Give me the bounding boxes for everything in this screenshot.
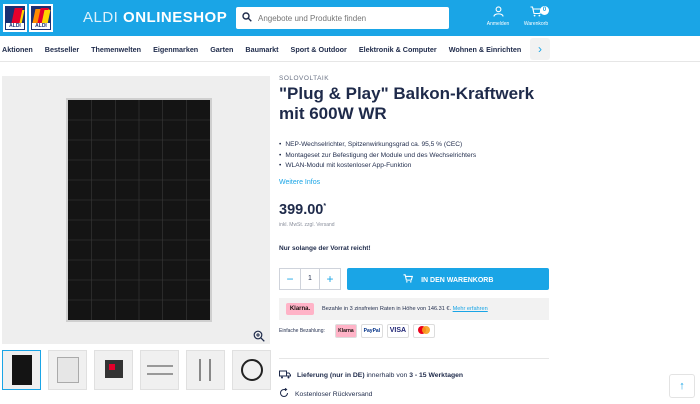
search-box[interactable] [236, 7, 449, 29]
payment-label: Einfache Bezahlung: [279, 328, 325, 334]
zoom-icon[interactable] [253, 330, 265, 345]
account-button[interactable]: Anmelden [478, 6, 518, 28]
nav-item[interactable]: Wohnen & Einrichten [449, 45, 522, 54]
paypal-payment-icon: PayPal [360, 324, 383, 338]
feature-item: NEP-Wechselrichter, Spitzenwirkungsgrad … [279, 140, 476, 151]
product-category[interactable]: SOLOVOLTAIK [279, 75, 329, 82]
klarna-text: Bezahle in 3 zinsfreien Raten in Höhe vo… [322, 306, 488, 312]
feature-list: NEP-Wechselrichter, Spitzenwirkungsgrad … [279, 140, 476, 172]
product-title: "Plug & Play" Balkon-Kraftwerk mit 600W … [279, 84, 535, 123]
account-label: Anmelden [486, 21, 510, 27]
thumbnail-strip [2, 350, 271, 392]
minus-icon[interactable]: − [280, 269, 300, 289]
nav-item[interactable]: Elektronik & Computer [359, 45, 437, 54]
vat-note[interactable]: inkl. MwSt. zzgl. Versand [279, 222, 335, 228]
category-nav-items: Aktionen Bestseller Themenwelten Eigenmarke… [2, 36, 528, 62]
product-price: 399.00* [279, 202, 327, 218]
thumbnail-inverter[interactable] [94, 350, 133, 390]
cart-icon [516, 6, 556, 20]
shipping-info: Lieferung (nur in DE) innerhalb von 3 - … [279, 370, 463, 381]
back-to-top-button[interactable]: ↑ [669, 374, 695, 398]
klarna-logo: Klarna. [286, 303, 314, 315]
nav-item[interactable]: Bestseller [45, 45, 79, 54]
return-icon [279, 387, 289, 400]
header-bar: ALDI ALDI ALDI ONLINESHOP Anmelden 0 War… [0, 0, 700, 36]
thumbnail-mounting-set[interactable] [140, 350, 179, 390]
category-nav: Aktionen Bestseller Themenwelten Eigenmarke… [0, 36, 700, 62]
cart-button[interactable]: 0 Warenkorb [516, 6, 556, 28]
cart-icon [403, 274, 416, 284]
chevron-right-icon[interactable]: › [530, 38, 550, 60]
thumbnail-screws[interactable] [186, 350, 225, 390]
mastercard-payment-icon [412, 324, 435, 338]
thumbnail-panel-mounted[interactable] [48, 350, 87, 390]
payment-methods: Einfache Bezahlung: Klarna PayPal VISA [279, 324, 435, 338]
nav-item[interactable]: Themenwelten [91, 45, 141, 54]
cart-count-badge: 0 [540, 6, 549, 15]
stock-note: Nur solange der Vorrat reicht! [279, 245, 371, 252]
shop-title[interactable]: ALDI ONLINESHOP [83, 9, 227, 26]
logo-group[interactable]: ALDI ALDI [0, 0, 53, 36]
plus-icon[interactable]: + [320, 269, 340, 289]
quantity-stepper[interactable]: − 1 + [279, 268, 341, 290]
aldi-sued-logo: ALDI [29, 4, 53, 32]
add-to-cart-button[interactable]: IN DEN WARENKORB [347, 268, 549, 290]
feature-item: WLAN-Modul mit kostenloser App-Funktion [279, 161, 476, 172]
aldi-nord-logo: ALDI [3, 4, 27, 32]
nav-item[interactable]: Baumarkt [245, 45, 278, 54]
thumbnail-cable[interactable] [232, 350, 271, 390]
klarna-more-link[interactable]: Mehr erfahren [453, 306, 488, 312]
search-icon [236, 11, 258, 25]
return-info: Kostenloser Rückversand [279, 387, 372, 400]
klarna-banner: Klarna. Bezahle in 3 zinsfreien Raten in… [279, 298, 549, 320]
visa-payment-icon: VISA [386, 324, 409, 338]
nav-item[interactable]: Eigenmarken [153, 45, 198, 54]
product-main-image[interactable] [2, 76, 270, 344]
thumbnail-panel[interactable] [2, 350, 41, 390]
quantity-value[interactable]: 1 [300, 269, 320, 289]
nav-item[interactable]: Aktionen [2, 45, 33, 54]
user-icon [478, 6, 518, 20]
truck-icon [279, 370, 291, 381]
nav-item[interactable]: Garten [210, 45, 233, 54]
cart-label: Warenkorb [523, 21, 549, 27]
solar-panel-image [66, 98, 212, 322]
more-info-link[interactable]: Weitere Infos [279, 179, 320, 186]
nav-item[interactable]: Sport & Outdoor [291, 45, 347, 54]
divider [279, 358, 549, 359]
feature-item: Montageset zur Befestigung der Module un… [279, 151, 476, 162]
search-input[interactable] [258, 13, 438, 23]
klarna-payment-icon: Klarna [334, 324, 357, 338]
